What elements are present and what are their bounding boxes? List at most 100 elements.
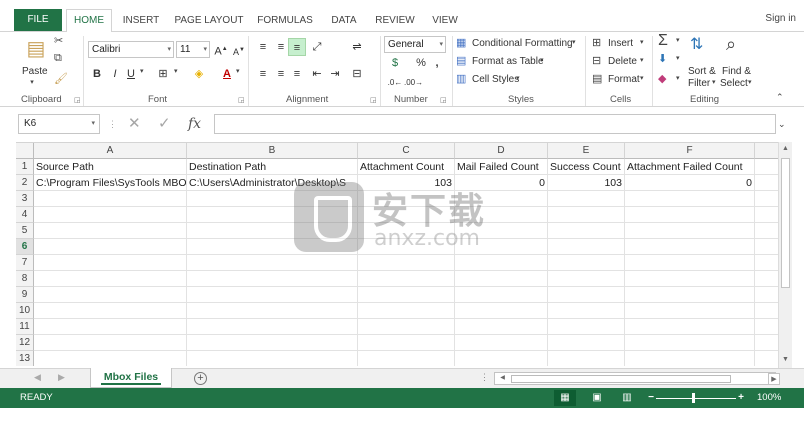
empty-cell[interactable] [455, 335, 548, 351]
empty-cell[interactable] [755, 255, 778, 271]
column-header[interactable]: E [548, 143, 625, 159]
column-header[interactable]: F [625, 143, 755, 159]
empty-cell[interactable] [358, 303, 455, 319]
empty-cell[interactable] [755, 303, 778, 319]
align-top-icon[interactable]: ≡ [254, 38, 272, 56]
decrease-indent-icon[interactable]: ⇤ [308, 65, 326, 83]
cell-d1[interactable]: Mail Failed Count [455, 159, 548, 175]
empty-cell[interactable] [548, 287, 625, 303]
underline-dropdown-icon[interactable]: ▾ [140, 67, 144, 75]
empty-cell[interactable] [187, 271, 358, 287]
empty-cell[interactable] [625, 287, 755, 303]
empty-cell[interactable] [755, 239, 778, 255]
empty-cell[interactable] [455, 303, 548, 319]
accounting-format-icon[interactable]: $ [386, 54, 404, 72]
cell-a2[interactable]: C:\Program Files\SysTools MBOX [34, 175, 187, 191]
cell-e1[interactable]: Success Count [548, 159, 625, 175]
tab-insert[interactable]: INSERT [118, 10, 164, 31]
format-cells-button[interactable]: Format [608, 74, 640, 85]
empty-cell[interactable] [187, 351, 358, 366]
column-header[interactable]: C [358, 143, 455, 159]
paste-button[interactable]: Paste [22, 66, 48, 77]
empty-cell[interactable] [358, 335, 455, 351]
empty-cell[interactable] [187, 287, 358, 303]
empty-cell[interactable] [625, 319, 755, 335]
borders-icon[interactable]: ⊞ [154, 65, 172, 83]
horizontal-scroll-thumb[interactable] [511, 375, 731, 383]
row-header[interactable]: 1 [16, 159, 34, 175]
empty-cell[interactable] [34, 319, 187, 335]
formula-input[interactable] [214, 114, 776, 134]
wrap-text-icon[interactable]: ⇌ [348, 38, 366, 56]
shrink-font-button[interactable]: A▼ [230, 41, 248, 59]
row-header[interactable]: 10 [16, 303, 34, 319]
clipboard-launcher-icon[interactable]: ◲ [74, 96, 81, 104]
empty-cell[interactable] [455, 271, 548, 287]
cancel-formula-icon[interactable]: ✕ [128, 114, 141, 134]
copy-icon[interactable]: ⧉ [54, 52, 62, 65]
column-header[interactable]: D [455, 143, 548, 159]
cell-styles-button[interactable]: Cell Styles [472, 74, 519, 85]
prev-sheet-icon[interactable]: ◀ [34, 372, 41, 383]
format-as-table-button[interactable]: Format as Table [472, 56, 544, 67]
empty-cell[interactable] [34, 223, 187, 239]
grow-font-button[interactable]: A▲ [212, 40, 230, 58]
empty-cell[interactable] [358, 319, 455, 335]
empty-cell[interactable] [34, 207, 187, 223]
empty-cell[interactable] [455, 287, 548, 303]
empty-cell[interactable] [755, 351, 778, 366]
page-layout-view-icon[interactable]: ▣ [586, 390, 608, 406]
empty-cell[interactable] [187, 303, 358, 319]
align-bottom-icon[interactable]: ≡ [288, 38, 306, 56]
row-header[interactable]: 2 [16, 175, 34, 191]
cell-f1[interactable]: Attachment Failed Count [625, 159, 755, 175]
collapse-ribbon-icon[interactable]: ⌃ [776, 92, 784, 103]
empty-cell[interactable] [455, 351, 548, 366]
empty-cell[interactable] [755, 191, 778, 207]
worksheet-grid[interactable]: A B C D E F 1 2 3 4 5 6 7 8 9 10 11 12 1… [16, 142, 778, 366]
empty-cell[interactable] [548, 335, 625, 351]
row-header[interactable]: 11 [16, 319, 34, 335]
empty-cell[interactable] [455, 319, 548, 335]
empty-cell[interactable] [755, 271, 778, 287]
empty-cell[interactable] [548, 191, 625, 207]
empty-cell[interactable] [755, 287, 778, 303]
autosum-icon[interactable]: Σ [658, 32, 668, 50]
insert-cells-button[interactable]: Insert [608, 38, 633, 49]
empty-cell[interactable] [34, 191, 187, 207]
tab-view[interactable]: VIEW [426, 10, 464, 31]
row-header[interactable]: 13 [16, 351, 34, 366]
cell-c1[interactable]: Attachment Count [358, 159, 455, 175]
add-sheet-icon[interactable]: + [194, 372, 207, 385]
next-sheet-icon[interactable]: ▶ [58, 372, 65, 383]
sign-in-link[interactable]: Sign in [765, 13, 796, 24]
tab-file[interactable]: FILE [14, 9, 62, 31]
empty-cell[interactable] [455, 255, 548, 271]
empty-cell[interactable] [358, 351, 455, 366]
empty-cell[interactable] [625, 223, 755, 239]
empty-cell[interactable] [34, 271, 187, 287]
delete-cells-button[interactable]: Delete [608, 56, 637, 67]
name-box[interactable]: K6 ▾ [18, 114, 100, 134]
vertical-scroll-thumb[interactable] [781, 158, 790, 288]
paste-icon[interactable]: ▤ [24, 36, 48, 62]
cell-b1[interactable]: Destination Path [187, 159, 358, 175]
row-header[interactable]: 5 [16, 223, 34, 239]
empty-cell[interactable] [548, 239, 625, 255]
empty-cell[interactable] [625, 351, 755, 366]
column-header[interactable]: A [34, 143, 187, 159]
merge-center-icon[interactable]: ⊟ [348, 65, 366, 83]
format-painter-icon[interactable]: 🖌 [54, 72, 68, 85]
empty-cell[interactable] [755, 223, 778, 239]
sheet-tab-mbox-files[interactable]: Mbox Files [90, 368, 172, 388]
tab-split-grip-icon[interactable]: ⋮ [480, 372, 489, 383]
zoom-slider-handle[interactable] [692, 393, 695, 403]
tab-formulas[interactable]: FORMULAS [252, 10, 318, 31]
fill-color-icon[interactable]: ◈ [190, 65, 208, 83]
empty-cell[interactable] [187, 255, 358, 271]
empty-cell[interactable] [548, 303, 625, 319]
horizontal-scrollbar[interactable]: ◀ [494, 372, 776, 385]
row-header[interactable]: 4 [16, 207, 34, 223]
empty-cell[interactable] [625, 191, 755, 207]
tab-page-layout[interactable]: PAGE LAYOUT [170, 10, 248, 31]
